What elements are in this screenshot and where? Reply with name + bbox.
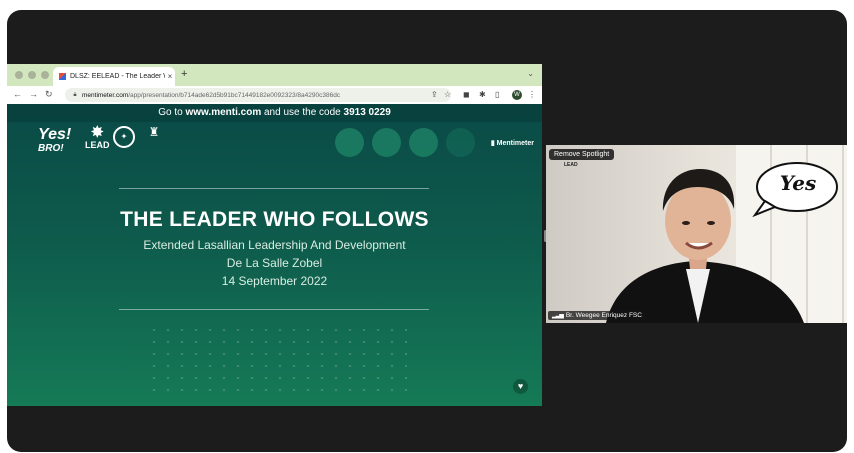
browser-toolbar: ← → ↻ 🔒︎ mentimeter.com/app/presentation… [7,86,542,104]
back-arrow-icon[interactable]: ← [13,89,22,99]
slide-subtitle: Extended Lasallian Leadership And Develo… [143,238,406,252]
lead-logo-text: LEAD [85,140,110,150]
crest-icon: ♜ [148,125,160,139]
join-mid: and use the code [261,107,344,118]
lead-logo: ✸ LEAD [85,124,110,150]
progress-circle [446,128,475,157]
progress-circles [335,128,475,157]
presentation-slide: Go to www.menti.com and use the code 391… [7,104,542,406]
video-lead-logo: LEAD [564,162,578,168]
progress-circle [372,128,401,157]
forward-arrow-icon[interactable]: → [29,89,38,99]
yes-bubble-text: Yes [779,171,817,195]
progress-circle [409,128,438,157]
lock-icon: 🔒︎ [73,91,77,98]
meeting-window: DLSZ: EELEAD - The Leader W × + ⌄ ← → ↻ … [7,10,847,452]
extensions-puzzle-icon[interactable]: ✱ [479,90,486,99]
new-tab-button[interactable]: + [181,68,187,80]
vocations-crest-logo: ♜ [143,126,165,138]
yes-logo-text: Yes! [38,126,72,143]
shared-screen: DLSZ: EELEAD - The Leader W × + ⌄ ← → ↻ … [7,64,542,406]
participant-nameplate: ▂▃▅ Br. Weegee Enriquez FSC [548,311,646,320]
bro-logo-text: BRO! [38,143,64,154]
mentimeter-bars-icon: ▮ [490,140,495,147]
participant-video: Remove Spotlight LEAD Yes ▂▃▅ Br. Weegee… [546,145,847,323]
close-window-dot[interactable] [15,71,23,79]
url-path: /app/presentation/b714ade62d5b91bc714491… [128,91,341,99]
address-bar[interactable]: 🔒︎ mentimeter.com/app/presentation/b714a… [65,88,451,102]
join-instructions: Go to www.menti.com and use the code 391… [7,104,542,122]
bookmark-star-icon[interactable]: ☆ [444,90,451,99]
side-panel-icon[interactable]: ▯ [495,90,499,99]
profile-avatar[interactable]: W [512,90,522,100]
tab-search-chevron-icon[interactable]: ⌄ [527,69,534,78]
minimize-window-dot[interactable] [28,71,36,79]
mentimeter-brand-text: Mentimeter [496,140,534,147]
zoom-window-dot[interactable] [41,71,49,79]
remove-spotlight-button[interactable]: Remove Spotlight [549,149,615,160]
slide-date: 14 September 2022 [221,274,328,288]
window-controls [15,71,49,79]
browser-tab[interactable]: DLSZ: EELEAD - The Leader W × [53,67,175,86]
mentimeter-brand: ▮ Mentimeter [491,139,534,147]
lead-star-icon: ✸ [90,124,104,141]
extension-shield-icon[interactable]: ◼ [463,90,470,99]
tab-title: DLSZ: EELEAD - The Leader W [70,73,165,80]
bottom-divider [119,309,429,310]
signal-bars-icon: ▂▃▅ [552,313,564,319]
more-menu-icon[interactable]: ⋮ [528,90,536,99]
heart-reaction-icon[interactable]: ♥ [513,379,528,394]
mentimeter-favicon-icon [59,73,66,80]
browser-tab-bar: DLSZ: EELEAD - The Leader W × + ⌄ [7,64,542,86]
yes-bro-logo: Yes! BRO! [38,126,72,156]
join-prefix: Go to [158,107,186,118]
reload-icon[interactable]: ↻ [45,89,53,100]
join-code: 3913 0229 [343,107,391,118]
progress-circle [335,128,364,157]
participant-name: Br. Weegee Enriquez FSC [565,312,642,319]
join-url: www.menti.com [185,107,262,118]
url-host: mentimeter.com [82,91,129,99]
tab-close-icon[interactable]: × [165,72,175,81]
top-divider [119,188,429,189]
slide-title: THE LEADER WHO FOLLOWS [120,208,429,231]
school-seal-icon: ✦ [113,126,135,148]
share-icon[interactable]: ⇪ [431,90,438,99]
slide-school: De La Salle Zobel [226,256,323,270]
decorative-dot-pattern [147,324,407,394]
